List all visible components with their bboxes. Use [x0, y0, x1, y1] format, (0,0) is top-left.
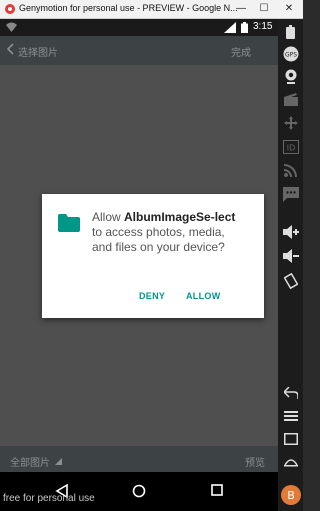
sms-message-icon[interactable] — [278, 187, 303, 202]
toolbar-home-icon[interactable] — [278, 455, 303, 467]
bottom-bar: 全部图片 预览 — [0, 446, 278, 472]
svg-text:ID: ID — [286, 144, 295, 153]
permission-message: Allow AlbumImageSe-lect to access photos… — [92, 210, 242, 255]
message-suffix: to access photos, media, and files on yo… — [92, 225, 225, 254]
app-name: AlbumImageSe-lect — [124, 210, 236, 224]
svg-text:GPS: GPS — [284, 52, 296, 59]
rss-feed-icon[interactable] — [278, 163, 303, 177]
deny-button[interactable]: DENY — [139, 291, 165, 301]
close-window-button[interactable]: ✕ — [278, 0, 300, 18]
done-button[interactable]: 完成 — [231, 44, 251, 59]
toolbar-menu-icon[interactable] — [278, 411, 303, 421]
back-arrow-icon[interactable] — [6, 43, 14, 55]
dropdown-triangle-icon — [55, 458, 62, 465]
toolbar-back-icon[interactable] — [278, 387, 303, 399]
app-bar: 选择图片 完成 — [0, 36, 278, 65]
wifi-icon — [6, 22, 17, 32]
genymotion-toolbar: GPS ID B — [278, 19, 303, 511]
page-title: 选择图片 — [18, 48, 58, 59]
signal-icon — [224, 22, 236, 33]
nav-home-icon[interactable] — [132, 484, 146, 498]
status-time: 3:15 — [253, 21, 273, 32]
device-id-icon[interactable]: ID — [278, 140, 303, 154]
status-bar: 3:15 — [0, 19, 278, 36]
webcam-icon[interactable] — [278, 69, 303, 85]
window-title: Genymotion for personal use - PREVIEW - … — [19, 3, 238, 13]
folder-icon — [58, 214, 80, 232]
preview-button[interactable]: 预览 — [245, 454, 265, 469]
svg-text:B: B — [287, 489, 295, 502]
nav-recents-icon[interactable] — [211, 484, 223, 496]
media-clapper-icon[interactable] — [278, 93, 303, 106]
message-prefix: Allow — [92, 210, 125, 224]
rotate-screen-icon[interactable] — [278, 273, 303, 289]
permission-dialog: Allow AlbumImageSe-lect to access photos… — [42, 194, 264, 318]
battery-widget-icon[interactable] — [278, 25, 303, 39]
move-arrows-icon[interactable] — [278, 116, 303, 130]
user-avatar[interactable]: B — [278, 485, 303, 505]
toolbar-recents-icon[interactable] — [278, 433, 303, 445]
window-titlebar: Genymotion for personal use - PREVIEW - … — [0, 0, 303, 19]
watermark-text: free for personal use — [3, 493, 95, 504]
volume-down-icon[interactable] — [278, 249, 303, 263]
minimize-button[interactable]: — — [230, 0, 252, 18]
album-selector[interactable]: 全部图片 — [10, 454, 50, 469]
maximize-button[interactable]: ☐ — [253, 0, 275, 18]
genymotion-logo-icon — [5, 4, 15, 14]
allow-button[interactable]: ALLOW — [186, 291, 221, 301]
gps-icon[interactable]: GPS — [278, 46, 303, 62]
battery-icon — [241, 22, 248, 33]
volume-up-icon[interactable] — [278, 225, 303, 239]
android-nav-bar — [0, 472, 278, 511]
